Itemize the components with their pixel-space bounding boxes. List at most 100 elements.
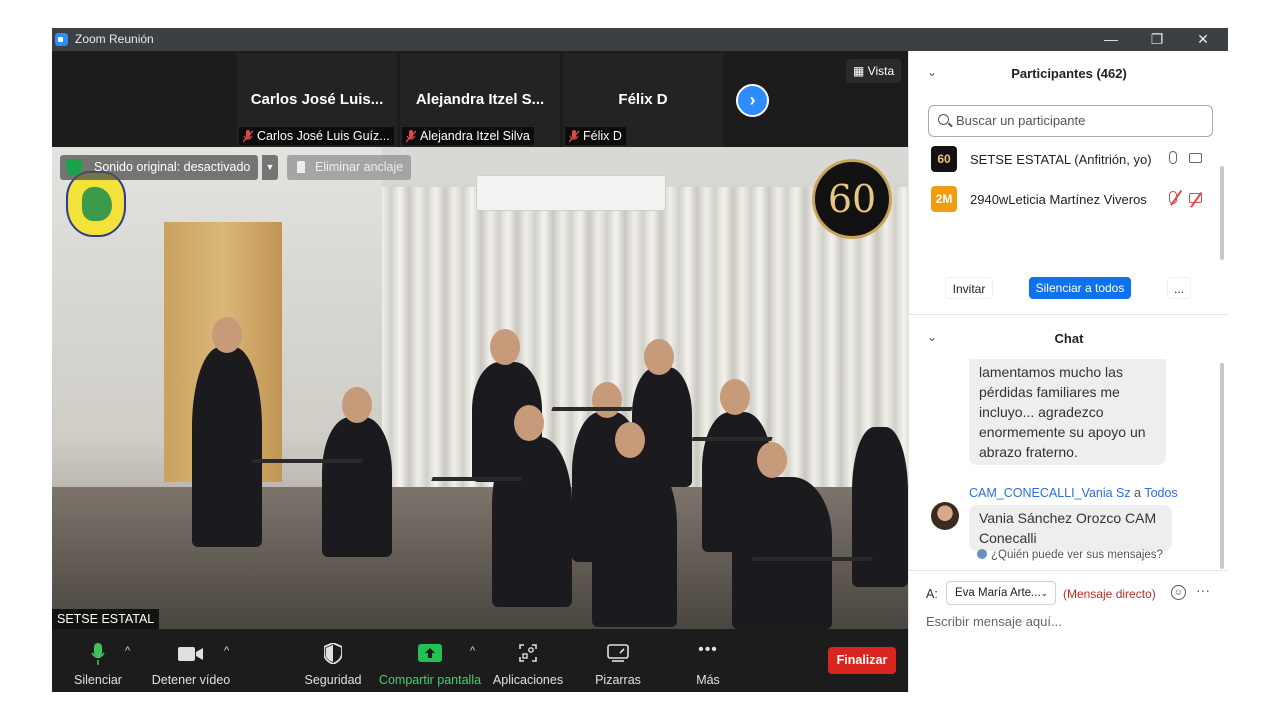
- share-screen-button[interactable]: Compartir pantalla: [378, 629, 482, 692]
- person-icon: [977, 549, 987, 559]
- whiteboard-icon: [607, 644, 629, 662]
- zoom-window: Zoom Reunión — ❐ ✕ Carlos José Luis... C…: [52, 28, 1229, 692]
- end-meeting-button[interactable]: Finalizar: [828, 647, 896, 674]
- chat-more-icon[interactable]: ···: [1196, 582, 1210, 598]
- video-options-caret[interactable]: ^: [224, 645, 229, 657]
- mic-off-icon: [406, 130, 416, 143]
- video-head: [514, 405, 544, 441]
- video-musician: [492, 437, 572, 607]
- chat-message-input[interactable]: [926, 614, 1216, 629]
- speaker-name-label: SETSE ESTATAL: [52, 609, 160, 629]
- minimize-button[interactable]: —: [1088, 28, 1134, 51]
- video-head: [490, 329, 520, 365]
- video-music-stand: [691, 437, 773, 441]
- tile-display-name: Alejandra Itzel S...: [415, 91, 545, 108]
- chevron-down-icon: ⌄: [1040, 588, 1048, 598]
- participant-tile[interactable]: Alejandra Itzel S... Alejandra Itzel Sil…: [400, 53, 560, 147]
- original-sound-button[interactable]: Sonido original: desactivado: [60, 155, 259, 180]
- share-options-caret[interactable]: ^: [470, 645, 475, 657]
- close-window-button[interactable]: ✕: [1180, 28, 1226, 51]
- microphone-icon[interactable]: [1169, 151, 1177, 164]
- video-head: [615, 422, 645, 458]
- mute-label: Silenciar: [74, 673, 122, 687]
- mute-button[interactable]: Silenciar: [68, 629, 128, 692]
- logo-map: [82, 187, 112, 221]
- video-head: [342, 387, 372, 423]
- grid-icon: ▦: [853, 64, 868, 78]
- participants-scrollbar[interactable]: [1220, 166, 1224, 260]
- whiteboards-button[interactable]: Pizarras: [588, 629, 648, 692]
- chat-message: lamentamos mucho las pérdidas familiares…: [969, 359, 1166, 465]
- tile-display-name: Félix D: [618, 91, 668, 108]
- side-panel: ⌄ Participantes (462) 60 SETSE ESTATAL (…: [908, 51, 1229, 692]
- video-camera-icon: [178, 647, 203, 661]
- video-music-stand: [251, 459, 363, 463]
- camera-icon[interactable]: [1189, 153, 1202, 163]
- chat-scrollbar[interactable]: [1220, 363, 1224, 569]
- tile-label-text: Carlos José Luis Guíz...: [257, 129, 390, 143]
- pin-icon: [297, 161, 305, 173]
- direct-message-label: (Mensaje directo): [1063, 587, 1156, 601]
- tile-label-text: Félix D: [583, 129, 622, 143]
- window-title: Zoom Reunión: [75, 32, 154, 46]
- avatar: 60: [931, 146, 957, 172]
- chat-to-word: a: [1130, 486, 1145, 500]
- recipient-value: Eva María Arte...: [955, 587, 1041, 599]
- participant-tile[interactable]: Carlos José Luis... Carlos José Luis Guí…: [237, 53, 397, 147]
- tile-label-text: Alejandra Itzel Silva: [420, 129, 530, 143]
- apps-button[interactable]: Aplicaciones: [492, 629, 564, 692]
- camera-off-icon[interactable]: [1189, 193, 1202, 203]
- microphone-icon: [91, 643, 105, 665]
- video-musician: [322, 417, 392, 557]
- next-page-button[interactable]: ›: [736, 84, 769, 117]
- tile-name-label: Félix D: [565, 127, 626, 145]
- recipient-dropdown[interactable]: Eva María Arte... ⌄: [946, 581, 1056, 605]
- more-dots-icon: •••: [698, 641, 718, 658]
- search-icon: [938, 114, 949, 125]
- mic-off-icon[interactable]: [1169, 191, 1177, 204]
- share-screen-icon: [418, 644, 442, 662]
- participant-row[interactable]: 2M 2940wLeticia Martínez Viveros: [929, 183, 1219, 217]
- video-head: [212, 317, 242, 353]
- security-button[interactable]: Seguridad: [302, 629, 364, 692]
- participants-title: Participantes (462): [1011, 66, 1127, 81]
- original-sound-dropdown[interactable]: ▼: [262, 155, 278, 180]
- to-label: A:: [926, 587, 938, 601]
- video-music-stand: [551, 407, 633, 411]
- apps-icon: [519, 644, 537, 662]
- chat-avatar: [931, 502, 959, 530]
- participant-tile[interactable]: Félix D Félix D: [563, 53, 723, 147]
- video-musician: [592, 457, 677, 627]
- emoji-icon[interactable]: ☺: [1171, 585, 1186, 600]
- stop-video-button[interactable]: Detener vídeo: [148, 629, 234, 692]
- video-music-stand: [431, 477, 523, 481]
- restore-button[interactable]: ❐: [1134, 28, 1180, 51]
- unpin-label: Eliminar anclaje: [315, 160, 404, 174]
- main-video[interactable]: 60 Sonido original: desactivado ▼ Elimin…: [52, 147, 908, 629]
- participant-search-input[interactable]: [956, 113, 1206, 128]
- more-button[interactable]: ••• Más: [678, 629, 738, 692]
- mute-all-button[interactable]: Silenciar a todos: [1029, 277, 1131, 299]
- security-shield-icon: [324, 643, 342, 664]
- gallery-strip: Carlos José Luis... Carlos José Luis Guí…: [52, 51, 908, 147]
- chat-sender-name[interactable]: CAM_CONECALLI_Vania Sz: [969, 486, 1131, 500]
- participant-row[interactable]: 60 SETSE ESTATAL (Anfitrión, yo): [929, 143, 1219, 177]
- unpin-button[interactable]: Eliminar anclaje: [287, 155, 412, 180]
- invite-button[interactable]: Invitar: [945, 277, 993, 299]
- video-head: [757, 442, 787, 478]
- tile-name-label: Alejandra Itzel Silva: [402, 127, 534, 145]
- share-screen-label: Compartir pantalla: [378, 673, 482, 687]
- video-musician: [732, 477, 832, 629]
- whiteboards-label: Pizarras: [595, 673, 641, 687]
- original-sound-label: Sonido original: desactivado: [94, 160, 251, 174]
- anniversary-60-logo: 60: [812, 159, 892, 239]
- video-head: [644, 339, 674, 375]
- participant-search[interactable]: [928, 105, 1213, 137]
- audio-options-caret[interactable]: ^: [125, 645, 130, 657]
- who-can-see-link[interactable]: ¿Quién puede ver sus mensajes?: [977, 549, 1163, 561]
- participants-more-button[interactable]: ...: [1167, 277, 1191, 299]
- shield-check-icon: [66, 159, 82, 176]
- participant-name: SETSE ESTATAL (Anfitrión, yo): [970, 152, 1152, 167]
- view-button[interactable]: ▦ Vista: [846, 59, 902, 83]
- tile-display-name: Carlos José Luis...: [250, 91, 384, 108]
